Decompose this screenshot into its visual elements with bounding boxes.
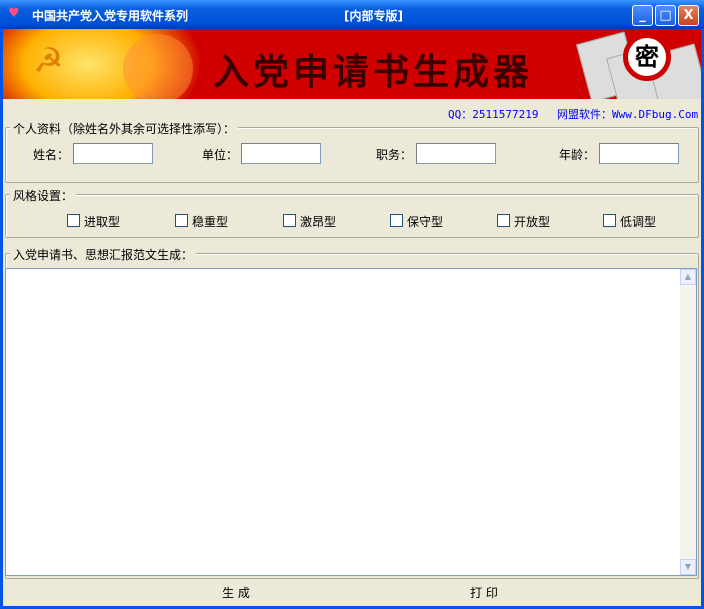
scroll-up-icon[interactable]: ▲ (680, 269, 696, 285)
style-checkbox-jiang[interactable] (283, 214, 296, 227)
style-checkbox-baoshou[interactable] (390, 214, 403, 227)
output-legend: 入党申请书、思想汇报范文生成： (10, 246, 197, 263)
hammer-sickle-icon: ☭ (33, 41, 64, 81)
vertical-scrollbar[interactable]: ▲ ▼ (680, 269, 696, 575)
style-label: 开放型 (514, 215, 551, 229)
scroll-down-icon[interactable]: ▼ (680, 559, 696, 575)
style-checkbox-wenzhong[interactable] (175, 214, 188, 227)
maximize-button[interactable]: □ (655, 5, 676, 26)
print-button[interactable]: 打 印 (424, 582, 544, 604)
style-checkbox-jinqu[interactable] (67, 214, 80, 227)
style-checkbox-didiao[interactable] (603, 214, 616, 227)
name-input[interactable] (73, 143, 153, 164)
personal-info-legend: 个人资料（除姓名外其余可选择性添写）： (10, 120, 239, 137)
age-input[interactable] (599, 143, 679, 164)
window-subtitle: [内部专版] (344, 9, 403, 23)
app-icon: ♥ (8, 6, 20, 21)
minimize-button[interactable]: _ (632, 5, 653, 26)
generate-button[interactable]: 生 成 (176, 582, 296, 604)
style-checkbox-kaifang[interactable] (497, 214, 510, 227)
banner-circle (123, 34, 193, 99)
unit-input[interactable] (241, 143, 321, 164)
style-label: 进取型 (84, 215, 121, 229)
style-label: 稳重型 (192, 215, 229, 229)
name-label: 姓名： (33, 148, 70, 162)
style-label: 低调型 (620, 215, 657, 229)
website-link[interactable]: 网盟软件：Www.DFbug.Com (557, 106, 698, 122)
qq-info: QQ：2511577219 (448, 108, 539, 121)
banner: ☭ 入党申请书生成器 密 (3, 29, 701, 99)
position-input[interactable] (416, 143, 496, 164)
secret-stamp-icon: 密 (623, 33, 671, 81)
close-button[interactable]: X (678, 5, 699, 26)
position-label: 职务： (376, 148, 413, 162)
output-textarea[interactable] (5, 268, 697, 576)
window-title: 中国共产党入党专用软件系列 (32, 9, 189, 23)
style-label: 激昂型 (300, 215, 337, 229)
unit-label: 单位： (202, 148, 239, 162)
banner-title: 入党申请书生成器 (213, 51, 534, 93)
style-legend: 风格设置： (10, 187, 77, 204)
age-label: 年龄： (559, 148, 596, 162)
title-bar: ♥ 中国共产党入党专用软件系列 [内部专版] _ □ X (0, 0, 704, 29)
style-label: 保守型 (407, 215, 444, 229)
